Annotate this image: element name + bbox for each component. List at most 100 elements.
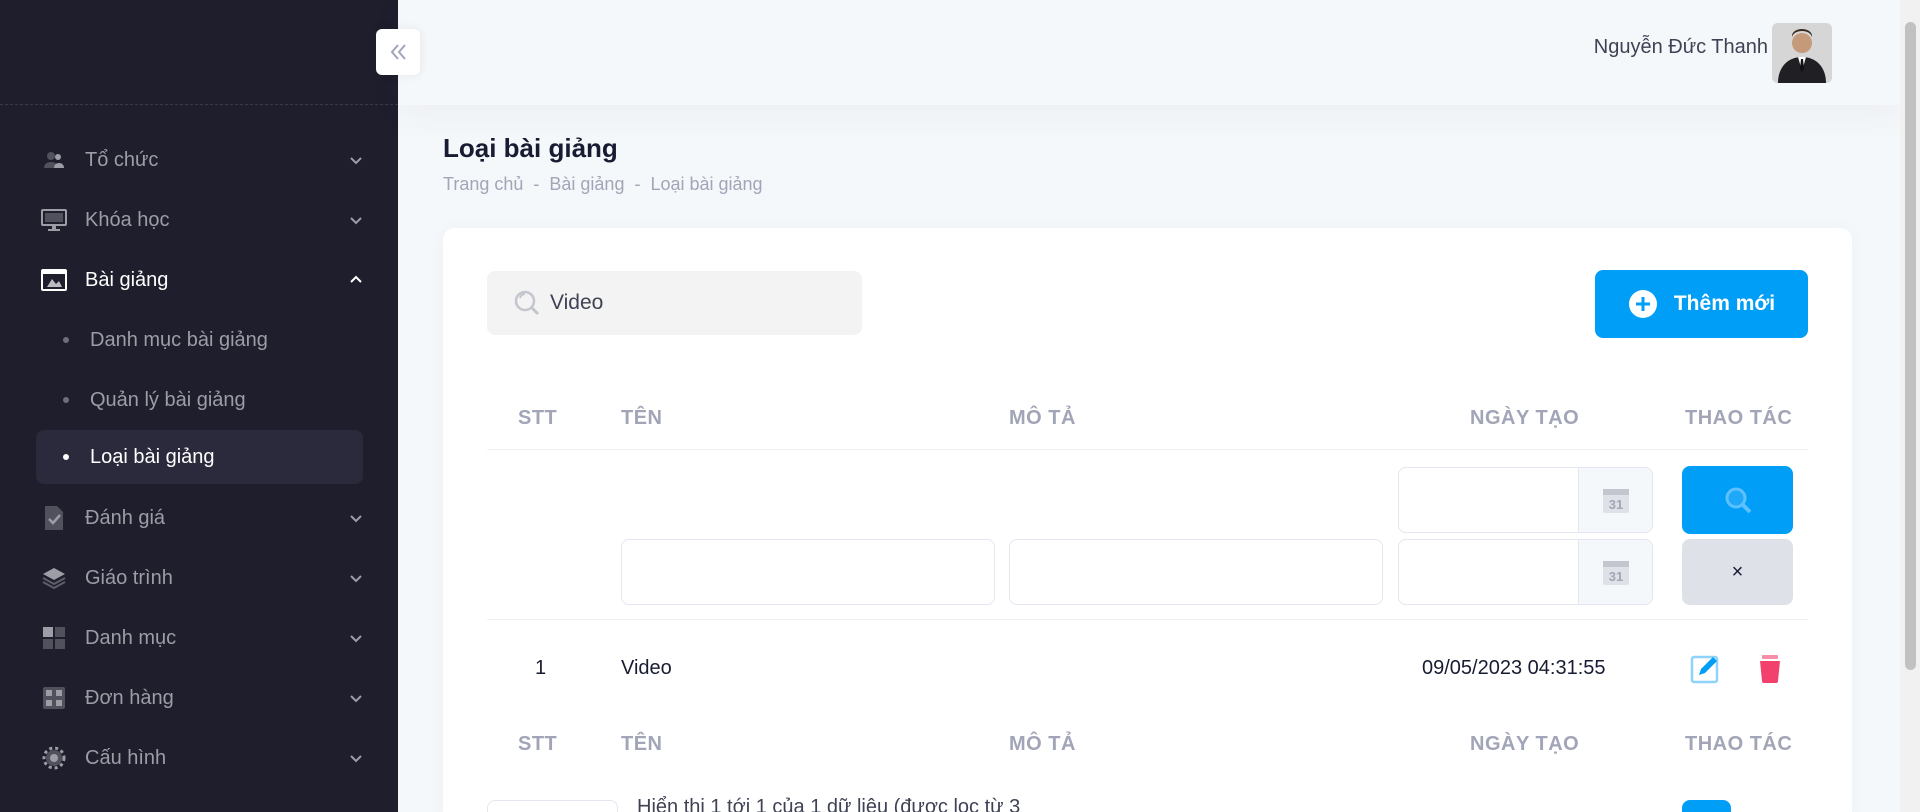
layers-icon xyxy=(40,564,68,592)
filter-search-button[interactable] xyxy=(1682,466,1793,534)
search-icon xyxy=(514,290,540,316)
column-footer-stt: STT xyxy=(518,733,558,755)
chevron-up-icon xyxy=(350,275,362,283)
row-divider xyxy=(487,619,1808,620)
sidebar-subitem-loai-bai-giang[interactable]: Loại bài giảng xyxy=(36,430,363,484)
bullet-icon xyxy=(63,397,69,403)
users-icon xyxy=(40,146,68,174)
chevron-down-icon xyxy=(350,157,362,165)
breadcrumb-separator: - xyxy=(634,174,641,194)
breadcrumb-item-current: Loại bài giảng xyxy=(650,174,763,194)
sidebar-item-cau-hinh[interactable]: Cấu hình xyxy=(0,728,398,788)
date-filter-to[interactable]: 31 xyxy=(1398,539,1653,605)
date-filter-from[interactable]: 31 xyxy=(1398,467,1653,533)
search-icon xyxy=(1725,487,1751,514)
page-scrollbar[interactable] xyxy=(1900,0,1920,812)
presentation-icon xyxy=(40,266,68,294)
sidebar-collapse-button[interactable] xyxy=(376,29,420,75)
chevron-down-icon xyxy=(350,695,362,703)
sidebar-item-label: Bài giảng xyxy=(85,268,169,291)
sidebar-subitem-label: Loại bài giảng xyxy=(90,445,215,468)
sidebar-item-label: Danh mục xyxy=(85,626,177,649)
column-header-ngay-tao[interactable]: NGÀY TẠO xyxy=(1470,407,1579,430)
sidebar-item-label: Giáo trình xyxy=(85,566,173,589)
bullet-icon xyxy=(63,454,69,460)
description-filter-input[interactable] xyxy=(1009,539,1383,605)
calendar-day-label: 31 xyxy=(1608,569,1622,584)
grid-icon xyxy=(40,624,68,652)
calendar-day-label: 31 xyxy=(1608,497,1622,512)
sidebar-item-label: Tổ chức xyxy=(85,148,159,171)
chevron-down-icon xyxy=(350,755,362,763)
column-footer-thao-tac: THAO TÁC xyxy=(1685,733,1793,755)
document-check-icon xyxy=(40,504,68,532)
sidebar-subitem-quan-ly-bai-giang[interactable]: Quản lý bài giảng xyxy=(0,370,398,430)
filter-clear-button[interactable]: × xyxy=(1682,539,1793,605)
row-created-date: 09/05/2023 04:31:55 xyxy=(1422,657,1606,679)
chevron-down-icon xyxy=(350,635,362,643)
sidebar-item-label: Cấu hình xyxy=(85,746,167,769)
search-input[interactable] xyxy=(550,291,830,315)
sidebar-item-bai-giang[interactable]: Bài giảng xyxy=(0,250,398,310)
sidebar-item-danh-gia[interactable]: Đánh giá xyxy=(0,488,398,548)
sidebar-item-don-hang[interactable]: Đơn hàng xyxy=(0,668,398,728)
sidebar-subitem-label: Quản lý bài giảng xyxy=(90,388,246,411)
scrollbar-thumb[interactable] xyxy=(1905,22,1916,670)
edit-button[interactable] xyxy=(1690,652,1722,684)
delete-button[interactable] xyxy=(1757,652,1783,684)
edit-icon xyxy=(1690,655,1719,684)
page-title: Loại bài giảng xyxy=(443,133,618,163)
row-stt: 1 xyxy=(535,657,547,679)
sidebar-item-label: Khóa học xyxy=(85,208,170,231)
sidebar-item-danh-muc[interactable]: Danh mục xyxy=(0,608,398,668)
content-card: Thêm mới STT TÊN MÔ TẢ NGÀY TẠO THAO TÁC… xyxy=(443,228,1852,812)
sidebar-menu: Tổ chức Khóa học Bài giảng Danh mục bài … xyxy=(0,130,398,788)
chevron-down-icon xyxy=(350,217,362,225)
user-name[interactable]: Nguyễn Đức Thanh xyxy=(1594,36,1768,59)
column-header-mo-ta[interactable]: MÔ TẢ xyxy=(1009,407,1076,430)
sidebar-item-to-chuc[interactable]: Tổ chức xyxy=(0,130,398,190)
add-new-button[interactable]: Thêm mới xyxy=(1595,270,1808,338)
calendar-icon: 31 xyxy=(1602,489,1629,513)
sidebar-item-giao-trinh[interactable]: Giáo trình xyxy=(0,548,398,608)
sidebar-subitem-danh-muc-bai-giang[interactable]: Danh mục bài giảng xyxy=(0,310,398,370)
top-header: Nguyễn Đức Thanh xyxy=(398,0,1900,105)
page-length-select[interactable] xyxy=(487,800,618,812)
sidebar-item-label: Đơn hàng xyxy=(85,686,174,709)
breadcrumb-item-bai-giang[interactable]: Bài giảng xyxy=(549,174,624,195)
sidebar-subitem-label: Danh mục bài giảng xyxy=(90,328,268,351)
row-divider xyxy=(487,449,1808,450)
sidebar-logo-area xyxy=(0,0,398,105)
add-new-label: Thêm mới xyxy=(1673,292,1776,315)
gear-icon xyxy=(40,744,68,772)
pagination-current-page[interactable] xyxy=(1682,800,1731,812)
column-footer-ten: TÊN xyxy=(621,733,663,755)
trash-icon xyxy=(1760,655,1780,683)
sidebar: Tổ chức Khóa học Bài giảng Danh mục bài … xyxy=(0,0,398,812)
calendar-button[interactable]: 31 xyxy=(1578,468,1652,532)
breadcrumb-item-home[interactable]: Trang chủ xyxy=(443,174,523,195)
user-avatar-image xyxy=(1772,23,1832,83)
double-chevron-left-icon xyxy=(390,44,406,60)
orders-icon xyxy=(40,684,68,712)
breadcrumb: Trang chủ - Bài giảng - Loại bài giảng xyxy=(443,174,763,195)
avatar[interactable] xyxy=(1772,23,1832,83)
monitor-icon xyxy=(40,206,68,234)
chevron-down-icon xyxy=(350,575,362,583)
breadcrumb-separator: - xyxy=(533,174,540,194)
calendar-button[interactable]: 31 xyxy=(1578,540,1652,604)
calendar-icon: 31 xyxy=(1602,561,1629,585)
column-header-stt[interactable]: STT xyxy=(518,407,557,430)
column-footer-mo-ta: MÔ TẢ xyxy=(1009,733,1076,755)
column-header-ten[interactable]: TÊN xyxy=(621,407,663,430)
bullet-icon xyxy=(63,337,69,343)
search-box[interactable] xyxy=(487,271,862,335)
column-footer-ngay-tao: NGÀY TẠO xyxy=(1470,733,1580,755)
sidebar-item-khoa-hoc[interactable]: Khóa học xyxy=(0,190,398,250)
sidebar-item-label: Đánh giá xyxy=(85,506,166,529)
row-name: Video xyxy=(621,657,672,679)
close-icon: × xyxy=(1731,560,1744,583)
column-header-thao-tac: THAO TÁC xyxy=(1685,407,1793,429)
name-filter-input[interactable] xyxy=(621,539,995,605)
plus-circle-icon xyxy=(1628,290,1657,318)
